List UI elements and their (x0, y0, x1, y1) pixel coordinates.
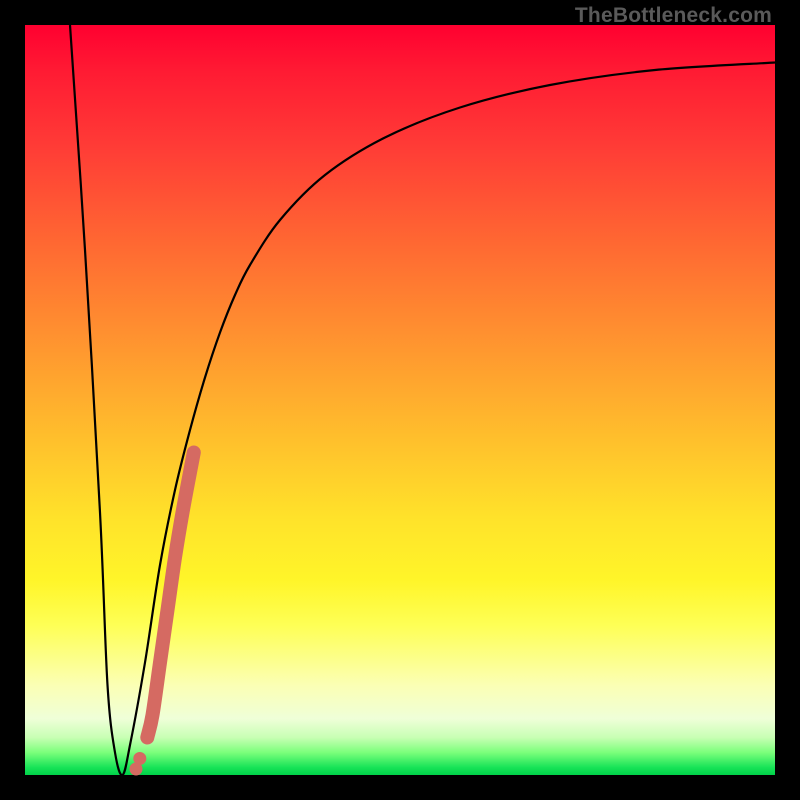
curve-layer (25, 25, 775, 775)
chart-frame: TheBottleneck.com (0, 0, 800, 800)
highlight-dot (133, 752, 146, 765)
plot-area (25, 25, 775, 775)
bottleneck-curve (70, 25, 775, 775)
highlight-dots (130, 752, 147, 776)
